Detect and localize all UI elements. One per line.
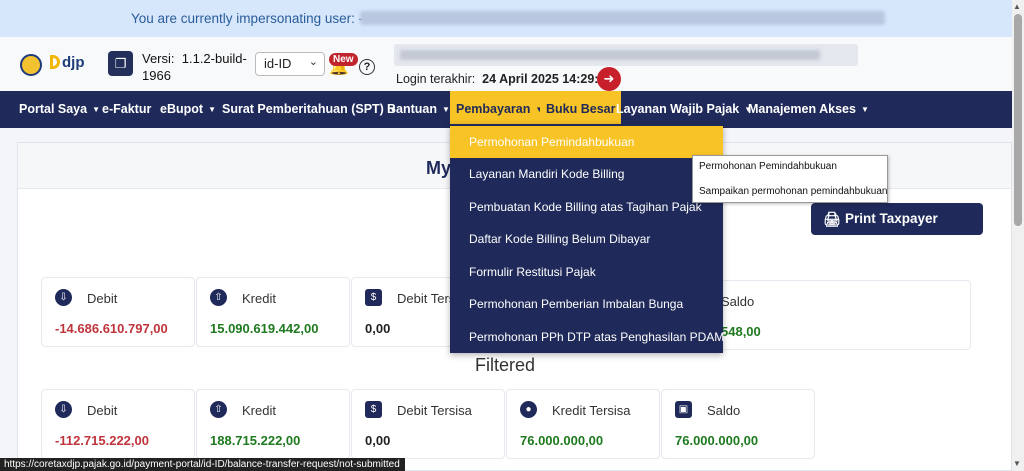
cash-icon: $ [365,401,382,418]
print-taxpayer-ledger-button[interactable]: 🖨 Print Taxpayer Ledger [811,203,983,258]
summary-card-kredit: ⇧ Kredit 15.090.619.442,00 [196,277,350,347]
last-login: Login terakhir: 24 April 2025 14:29:24 [396,72,612,86]
copy-icon: ❐ [114,56,127,71]
chevron-down-icon: ⌄ [308,56,318,68]
cash-icon: $ [365,289,382,306]
nav-bantuan[interactable]: Bantuan ▼ [387,91,450,128]
help-icon[interactable]: ? [359,59,375,75]
pembayaran-dropdown-menu: Permohonan Pemindahbukuan Layanan Mandir… [450,124,724,353]
nav-ebupot[interactable]: eBupot ▼ [160,91,216,128]
nav-spt[interactable]: Surat Pemberitahuan (SPT) ▼ [222,91,397,128]
dropdown-item-formulir-restitusi[interactable]: Formulir Restitusi Pajak [450,256,723,288]
dropdown-item-daftar-kode-billing[interactable]: Daftar Kode Billing Belum Dibayar [450,223,723,255]
nav-layanan-wajib-pajak[interactable]: Layanan Wajib Pajak ▼ [616,91,752,128]
scroll-down-arrow-icon[interactable]: ▼ [1013,459,1021,468]
version-label: Versi: [142,51,175,66]
filtered-heading: Filtered [475,355,536,375]
filtered-card-saldo: ▣ Saldo 76.000.000,00 [661,389,815,459]
printer-icon: 🖨 [823,211,841,227]
nav-portal-saya[interactable]: Portal Saya ▼ [19,91,100,128]
submenu-item-sampaikan: Sampaikan permohonan pemindahbukuan [699,186,888,197]
nav-manajemen-akses[interactable]: Manajemen Akses ▼ [748,91,869,128]
dropdown-item-pph-dtp-pdam[interactable]: Permohonan PPh DTP atas Penghasilan PDAM [450,321,724,353]
dropdown-item-pembuatan-kode-billing[interactable]: Pembuatan Kode Billing atas Tagihan Paja… [450,191,723,223]
nav-pembayaran[interactable]: Pembayaran▼ [450,91,550,128]
debit-icon: ⇩ [55,289,72,306]
caret-down-icon: ▼ [442,105,450,114]
page-title: My [426,158,452,178]
last-login-value: 24 April 2025 14:29:24 [482,72,613,86]
filtered-card-debit-tersisa: $ Debit Tersisa 0,00 [351,389,505,459]
submenu-tooltip: Permohonan Pemindahbukuan Sampaikan perm… [692,155,888,203]
filtered-card-kredit-tersisa: ● Kredit Tersisa 76.000.000,00 [506,389,660,459]
nav-buku-besar[interactable]: Buku Besar [540,91,622,128]
impersonation-banner: You are currently impersonating user: - [0,0,1012,37]
caret-down-icon: ▼ [208,105,216,114]
debit-icon: ⇩ [55,401,72,418]
scroll-up-arrow-icon[interactable]: ▲ [1013,2,1021,11]
redacted-user-select[interactable] [394,44,858,66]
wallet-icon: ▣ [675,401,692,418]
status-bar-url: https://coretaxdjp.pajak.go.id/payment-p… [0,458,405,471]
copy-version-button[interactable]: ❐ [108,51,133,76]
dropdown-item-permohonan-pemindahbukuan[interactable]: Permohonan Pemindahbukuan [450,126,723,158]
caret-down-icon: ▼ [860,105,869,114]
coins-icon: ● [520,401,537,418]
submenu-item-permohonan: Permohonan Pemindahbukuan [699,161,837,172]
impersonation-text: You are currently impersonating user: - [131,11,364,26]
new-badge: New [329,53,358,66]
redacted-user-name [360,11,885,25]
kemenkeu-logo-icon [20,54,42,76]
kredit-icon: ⇧ [210,289,227,306]
scrollbar-thumb[interactable] [1014,14,1022,226]
djp-logo-text: djp [62,54,85,71]
last-login-label: Login terakhir: [396,72,476,86]
language-value: id-ID [264,56,292,71]
version-info: Versi: 1.1.2-build-1966 [142,50,252,84]
main-navbar: Portal Saya ▼ e-Faktur eBupot ▼ Surat Pemb… [0,91,1012,128]
caret-down-icon: ▼ [92,105,101,114]
dropdown-item-layanan-mandiri-kode-billing[interactable]: Layanan Mandiri Kode Billing [450,158,723,190]
kredit-icon: ⇧ [210,401,227,418]
language-select[interactable]: id-ID ⌄ [255,52,325,76]
filtered-card-debit: ⇩ Debit -112.715.222,00 [41,389,195,459]
djp-logo[interactable]: djp [50,54,85,71]
dropdown-item-imbalan-bunga[interactable]: Permohonan Pemberian Imbalan Bunga [450,288,723,320]
filtered-card-kredit: ⇧ Kredit 188.715.222,00 [196,389,350,459]
logout-icon[interactable]: ➜ [597,67,621,91]
summary-card-debit: ⇩ Debit -14.686.610.797,00 [41,277,195,347]
nav-e-faktur[interactable]: e-Faktur [102,91,151,128]
djp-logo-mark-icon [50,55,60,69]
